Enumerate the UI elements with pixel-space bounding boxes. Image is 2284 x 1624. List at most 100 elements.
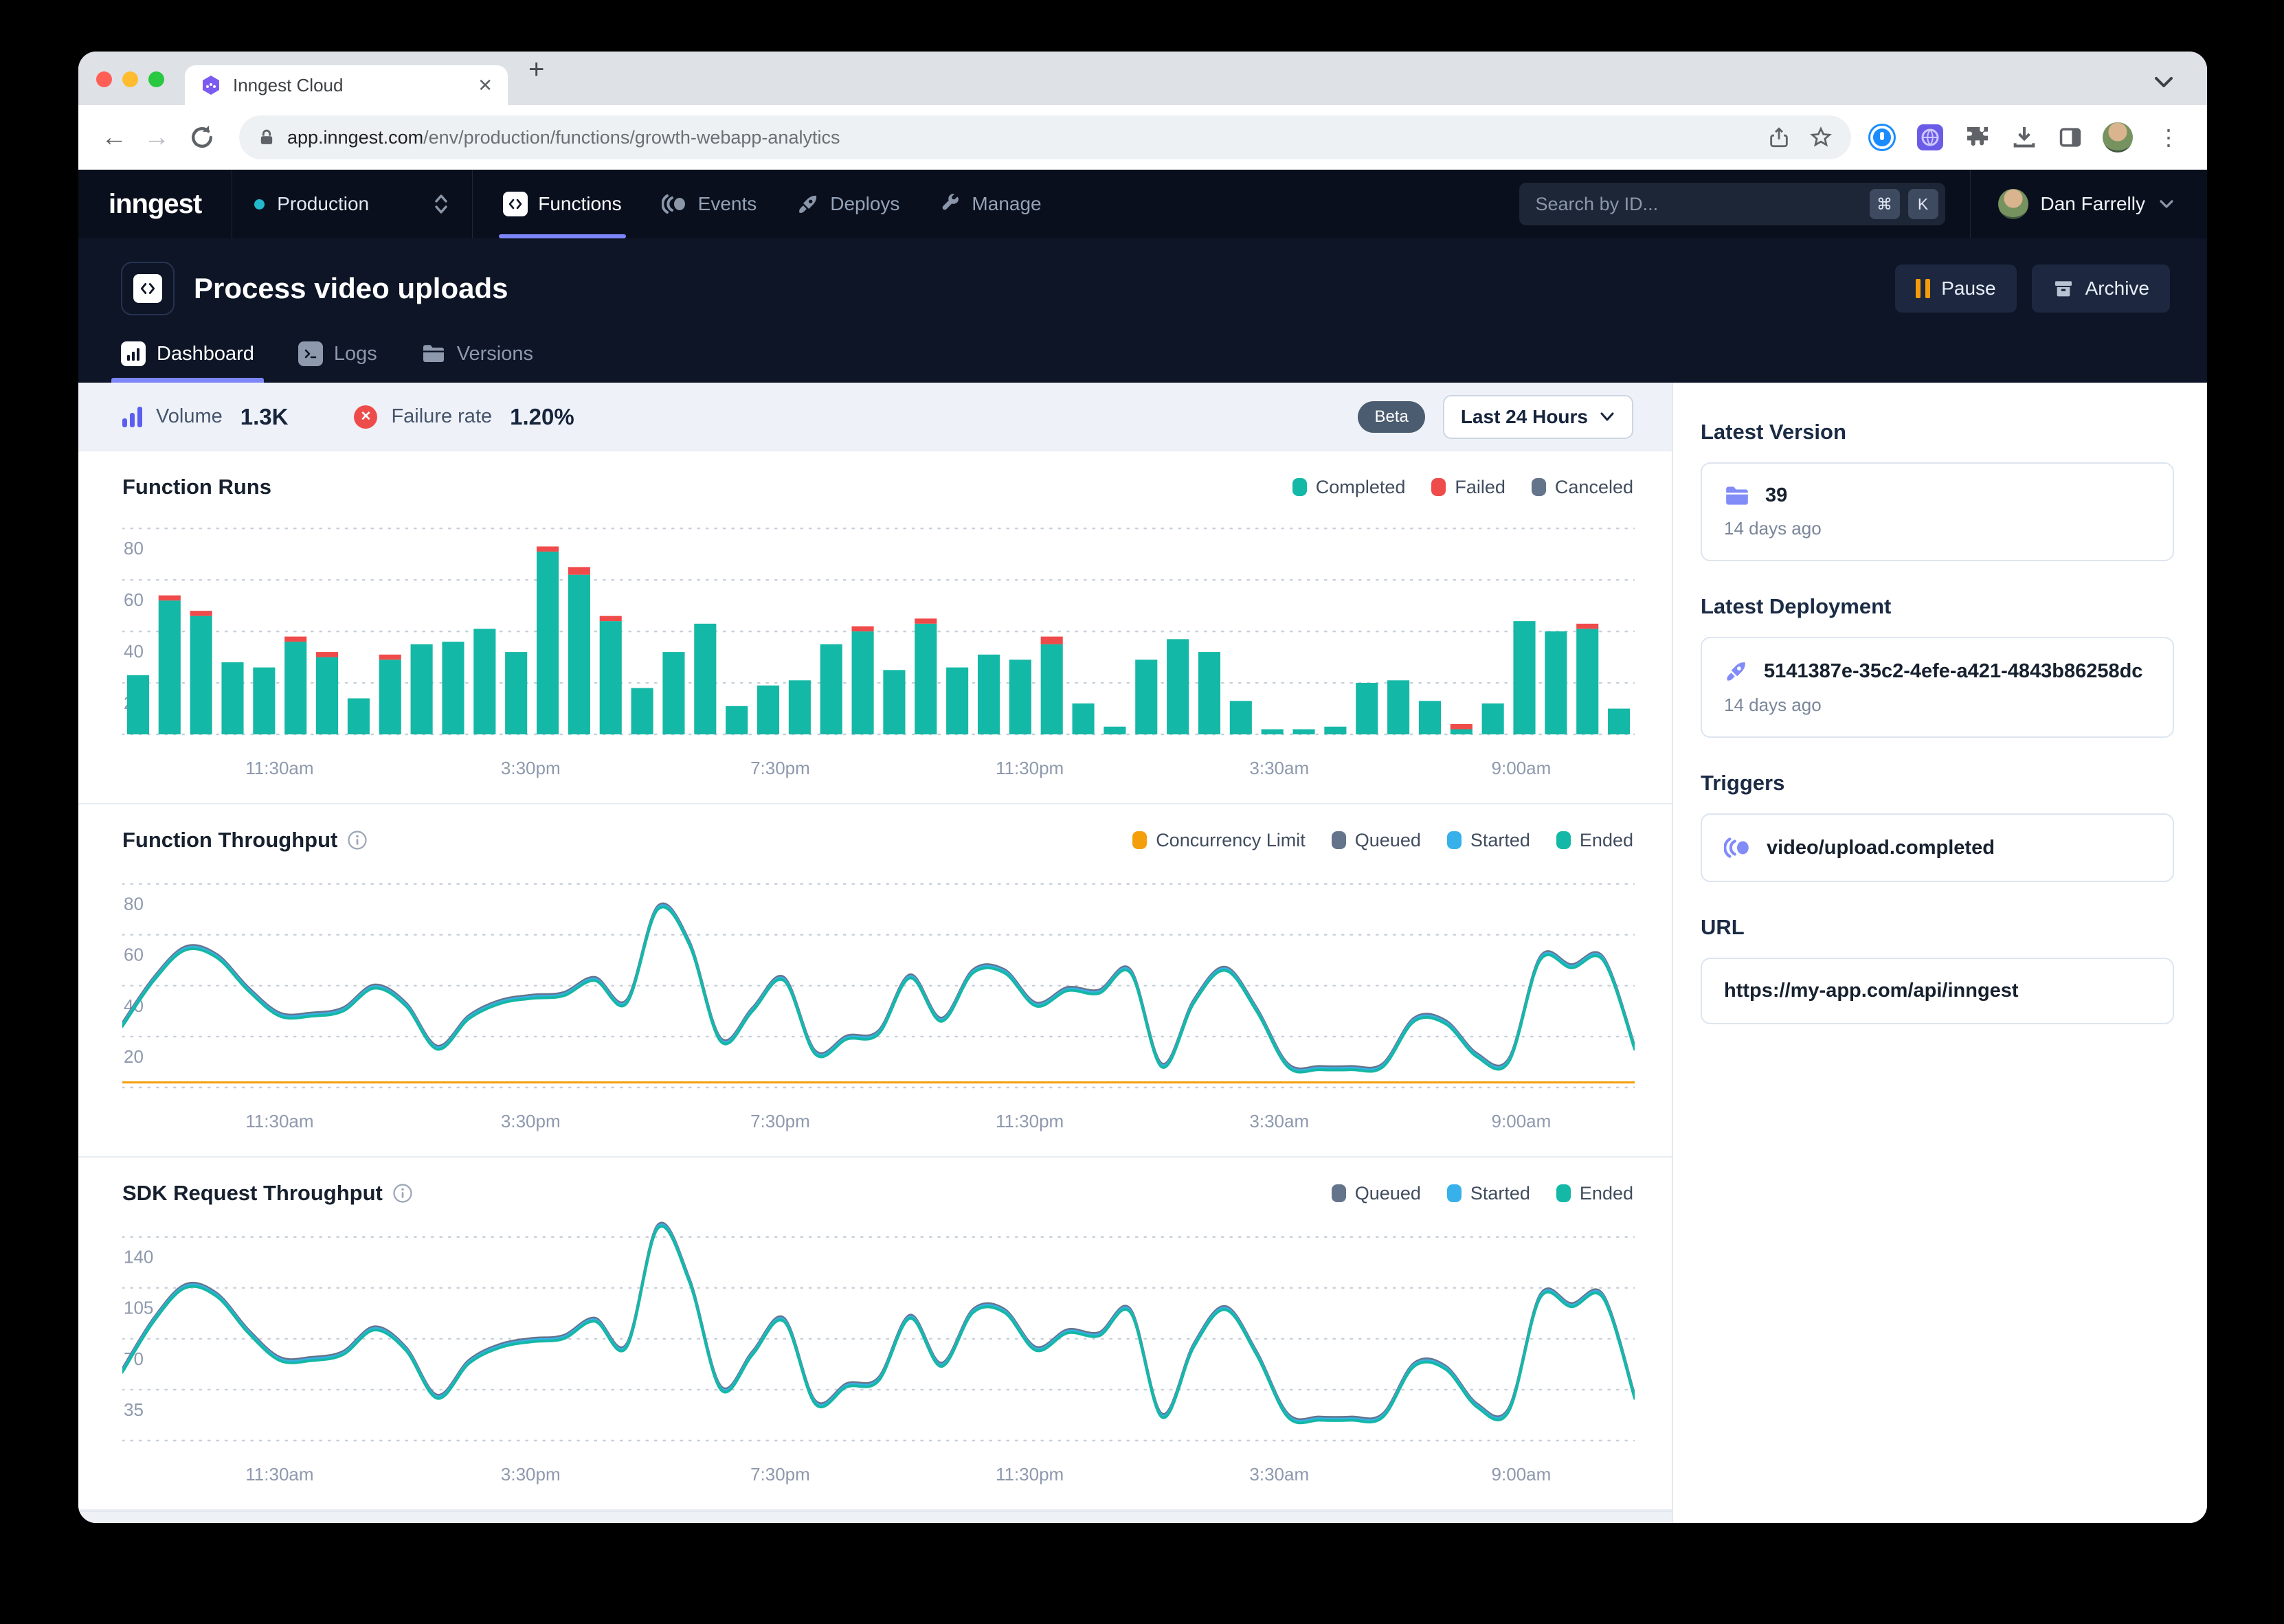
reload-icon[interactable] — [187, 122, 217, 153]
svg-text:60: 60 — [124, 945, 144, 965]
function-url: https://my-app.com/api/inngest — [1724, 980, 2019, 1002]
user-name: Dan Farrelly — [2041, 193, 2145, 215]
svg-text:11:30am: 11:30am — [245, 1464, 313, 1485]
nav-item-functions[interactable]: Functions — [503, 170, 621, 238]
legend-item: Completed — [1292, 477, 1406, 498]
environment-selector[interactable]: Production — [232, 170, 473, 238]
side-panel-icon[interactable] — [2057, 124, 2083, 150]
search-input[interactable]: Search by ID... ⌘ K — [1519, 183, 1945, 225]
browser-profile-avatar[interactable] — [2103, 122, 2133, 153]
nav-item-manage[interactable]: Manage — [939, 170, 1041, 238]
extension-icon-purple[interactable] — [1916, 123, 1945, 152]
section-function-runs: Function Runs Completed Failed Canceled … — [78, 451, 1672, 804]
archive-button[interactable]: Archive — [2032, 264, 2170, 313]
info-icon[interactable] — [392, 1183, 413, 1204]
versions-folder-icon — [421, 343, 446, 364]
chart-title: Function Runs — [122, 475, 271, 499]
page-tabs: Dashboard Logs Versions — [121, 341, 2170, 383]
inngest-favicon-icon — [200, 74, 222, 96]
version-number: 39 — [1765, 484, 1787, 507]
url-heading: URL — [1701, 915, 2174, 940]
svg-text:20: 20 — [124, 1046, 144, 1067]
legend-dot — [1332, 1184, 1346, 1202]
pause-button[interactable]: Pause — [1895, 264, 2016, 313]
user-menu[interactable]: Dan Farrelly — [1970, 170, 2207, 238]
latest-version-heading: Latest Version — [1701, 420, 2174, 444]
onepassword-extension-icon[interactable] — [1868, 123, 1896, 152]
legend-dot — [1556, 1184, 1571, 1202]
legend-dot — [1431, 478, 1446, 496]
minimize-window-button[interactable] — [122, 71, 138, 87]
tab-dashboard[interactable]: Dashboard — [121, 341, 254, 383]
info-icon[interactable] — [347, 830, 368, 850]
beta-badge: Beta — [1358, 401, 1424, 433]
tab-versions[interactable]: Versions — [421, 341, 533, 383]
legend-function-runs: Completed Failed Canceled — [1292, 477, 1633, 498]
svg-text:7:30pm: 7:30pm — [750, 758, 810, 778]
svg-text:11:30pm: 11:30pm — [996, 1464, 1064, 1485]
puzzle-extensions-icon[interactable] — [1964, 124, 1991, 151]
downloads-icon[interactable] — [2011, 124, 2038, 151]
forward-icon[interactable]: → — [139, 123, 175, 153]
logs-icon — [298, 341, 323, 366]
environment-chevrons-icon — [432, 192, 450, 216]
nav-item-deploys[interactable]: Deploys — [796, 170, 899, 238]
legend-item: Queued — [1332, 830, 1421, 851]
svg-text:3:30pm: 3:30pm — [501, 758, 561, 778]
bookmark-star-icon[interactable] — [1809, 125, 1833, 150]
user-avatar — [1998, 189, 2028, 219]
nav-item-events[interactable]: Events — [662, 170, 757, 238]
new-tab-button[interactable]: + — [528, 56, 544, 83]
svg-text:11:30pm: 11:30pm — [996, 1111, 1064, 1131]
legend-item: Started — [1447, 1183, 1530, 1204]
nav-item-label: Deploys — [830, 193, 899, 215]
url-text: app.inngest.com/env/production/functions… — [287, 127, 840, 148]
search-placeholder: Search by ID... — [1536, 194, 1659, 215]
svg-text:7:30pm: 7:30pm — [750, 1464, 810, 1485]
details-sidebar: Latest Version 39 14 days ago Latest Dep… — [1673, 383, 2207, 1523]
legend-item: Started — [1447, 830, 1530, 851]
svg-text:11:30am: 11:30am — [245, 1111, 313, 1131]
zoom-window-button[interactable] — [148, 71, 164, 87]
browser-toolbar: ← → app.inngest.com/env/production/funct… — [78, 105, 2207, 170]
svg-text:9:00am: 9:00am — [1492, 758, 1552, 778]
deployment-id: 5141387e-35c2-4efe-a421-4843b86258dc — [1764, 660, 2142, 683]
legend-dot — [1532, 478, 1546, 496]
kbd-k: K — [1908, 189, 1938, 219]
close-window-button[interactable] — [96, 71, 112, 87]
manage-wrench-icon — [939, 193, 961, 215]
url-card: https://my-app.com/api/inngest — [1701, 958, 2174, 1024]
inngest-logo[interactable]: inngest — [78, 170, 232, 238]
chart-title: Function Throughput — [122, 828, 337, 853]
page-header: Process video uploads Pause Archive — [78, 238, 2207, 383]
back-icon[interactable]: ← — [96, 123, 132, 153]
latest-version-card[interactable]: 39 14 days ago — [1701, 462, 2174, 561]
nav-item-label: Events — [698, 193, 757, 215]
tab-close-icon[interactable]: ✕ — [478, 75, 493, 96]
tab-logs[interactable]: Logs — [298, 341, 377, 383]
extensions-row: ⋮ — [1868, 122, 2189, 153]
svg-text:9:00am: 9:00am — [1492, 1111, 1552, 1131]
share-icon[interactable] — [1767, 126, 1791, 149]
pause-icon — [1916, 279, 1930, 298]
svg-text:3:30pm: 3:30pm — [501, 1111, 561, 1131]
archive-icon — [2052, 278, 2074, 300]
volume-icon — [122, 407, 142, 427]
svg-text:3:30pm: 3:30pm — [501, 1464, 561, 1485]
legend-item: Concurrency Limit — [1132, 830, 1306, 851]
browser-menu-icon[interactable]: ⋮ — [2152, 124, 2185, 150]
trigger-card[interactable]: video/upload.completed — [1701, 813, 2174, 882]
time-range-dropdown[interactable]: Last 24 Hours — [1443, 395, 1633, 439]
svg-text:105: 105 — [124, 1298, 153, 1318]
section-sdk-throughput: SDK Request Throughput Queued Started En… — [78, 1158, 1672, 1511]
svg-text:80: 80 — [124, 894, 144, 914]
main-column: Volume 1.3K ✕ Failure rate 1.20% Beta La… — [78, 383, 1673, 1523]
tab-search-chevron-icon[interactable] — [2152, 75, 2175, 90]
browser-tab[interactable]: Inngest Cloud ✕ — [185, 65, 508, 105]
latest-deployment-card[interactable]: 5141387e-35c2-4efe-a421-4843b86258dc 14 … — [1701, 637, 2174, 738]
svg-text:35: 35 — [124, 1399, 144, 1420]
url-bar[interactable]: app.inngest.com/env/production/functions… — [239, 115, 1851, 159]
environment-label: Production — [277, 193, 369, 215]
svg-text:40: 40 — [124, 641, 144, 662]
rocket-icon — [1724, 659, 1749, 684]
